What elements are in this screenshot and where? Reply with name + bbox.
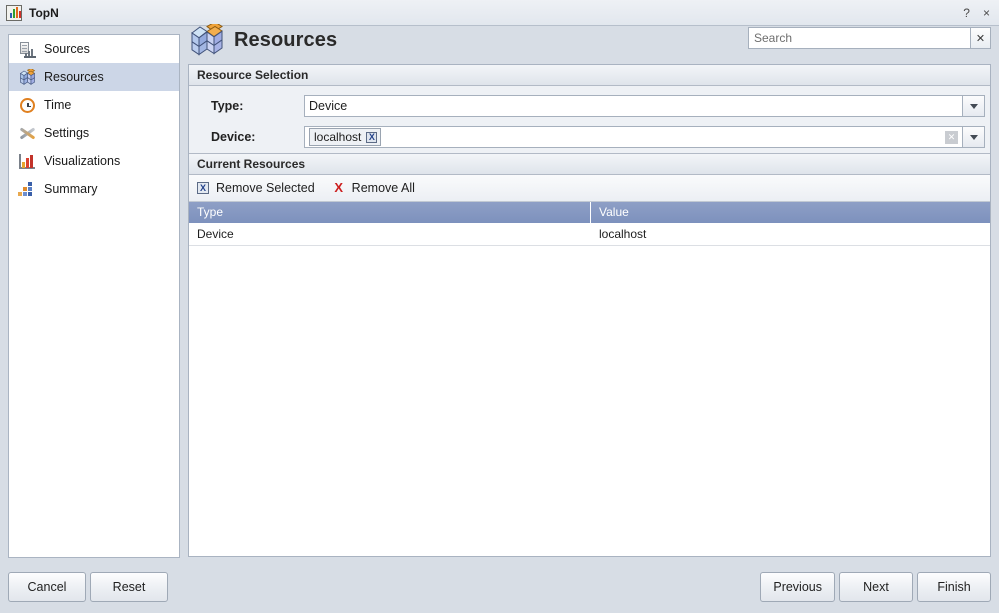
remove-selected-button[interactable]: X Remove Selected — [197, 181, 315, 195]
device-combobox[interactable]: localhost X ✕ — [304, 126, 985, 148]
table-row[interactable]: Device localhost — [189, 223, 990, 246]
window-title: TopN — [29, 5, 59, 20]
current-resources-toolbar: X Remove Selected X Remove All — [189, 175, 990, 202]
remove-all-button[interactable]: X Remove All — [333, 181, 415, 195]
remove-selected-label: Remove Selected — [216, 181, 315, 195]
sidebar-item-label: Settings — [44, 126, 90, 140]
sidebar-nav: Sources Resources Time Settings Visualiz… — [8, 34, 180, 558]
type-field-row: Type: Device — [189, 95, 990, 117]
remove-all-icon: X — [334, 180, 343, 195]
finish-button[interactable]: Finish — [917, 572, 991, 602]
summary-icon — [18, 181, 36, 198]
help-button[interactable]: ? — [963, 7, 970, 19]
device-value[interactable]: localhost X ✕ — [304, 126, 963, 148]
device-label: Device: — [211, 130, 256, 144]
sources-icon — [19, 41, 36, 58]
sidebar-item-label: Visualizations — [44, 154, 121, 168]
type-combobox[interactable]: Device — [304, 95, 985, 117]
reset-button[interactable]: Reset — [90, 572, 168, 602]
device-clear-icon[interactable]: ✕ — [945, 131, 958, 144]
chip-remove-icon[interactable]: X — [366, 131, 378, 143]
sidebar-item-visualizations[interactable]: Visualizations — [9, 147, 179, 175]
close-button[interactable]: × — [983, 7, 990, 19]
type-label: Type: — [211, 99, 244, 113]
sidebar-item-label: Resources — [44, 70, 104, 84]
next-button[interactable]: Next — [839, 572, 913, 602]
footer-bar: Cancel Reset Previous Next Finish — [0, 564, 999, 613]
sidebar-item-sources[interactable]: Sources — [9, 35, 179, 63]
window-controls: ? × — [963, 7, 990, 19]
app-icon-bars — [10, 6, 21, 18]
column-header-value[interactable]: Value — [591, 202, 990, 223]
footer-left-buttons: Cancel Reset — [8, 572, 168, 602]
resource-selection-header: Resource Selection — [189, 65, 990, 86]
sidebar-item-label: Summary — [44, 182, 98, 196]
device-field-row: Device: localhost X ✕ — [189, 126, 990, 148]
search-bar: ✕ — [748, 27, 991, 49]
sidebar-item-resources[interactable]: Resources — [9, 63, 179, 91]
device-chip-label: localhost — [314, 130, 362, 144]
type-value[interactable]: Device — [304, 95, 963, 117]
page-header: Resources ✕ — [188, 18, 991, 62]
tools-icon — [19, 125, 36, 142]
cancel-button[interactable]: Cancel — [8, 572, 86, 602]
cell-type: Device — [197, 227, 234, 241]
resources-cube-svg — [19, 67, 36, 85]
clock-icon — [19, 97, 36, 114]
app-chart-icon — [6, 4, 22, 21]
column-header-type[interactable]: Type — [189, 202, 591, 223]
current-resources-table: Type Value Device localhost — [189, 202, 990, 246]
chevron-down-icon[interactable] — [963, 126, 985, 148]
previous-button[interactable]: Previous — [760, 572, 835, 602]
cell-value: localhost — [599, 227, 647, 241]
sidebar-item-summary[interactable]: Summary — [9, 175, 179, 203]
device-chip-localhost[interactable]: localhost X — [309, 128, 382, 146]
current-resources-header: Current Resources — [189, 154, 990, 175]
remove-all-label: Remove All — [351, 181, 415, 195]
resource-selection-body: Type: Device Device: localhost X ✕ — [189, 86, 990, 154]
remove-selected-icon: X — [197, 182, 209, 194]
main-content: Resources ✕ Resource Selection Type: Dev… — [188, 18, 991, 558]
search-clear-icon[interactable]: ✕ — [970, 27, 991, 49]
search-input[interactable] — [748, 27, 970, 49]
table-header-row: Type Value — [189, 202, 990, 223]
footer-right-buttons: Previous Next Finish — [760, 572, 991, 602]
sidebar-item-time[interactable]: Time — [9, 91, 179, 119]
resources-cube-icon — [19, 67, 36, 86]
sidebar-item-label: Time — [44, 98, 72, 112]
page-title: Resources — [234, 28, 338, 51]
bar-chart-icon — [19, 153, 36, 170]
resources-cube-icon — [191, 24, 223, 56]
content-card: Resource Selection Type: Device Device: … — [188, 64, 991, 557]
chevron-down-icon[interactable] — [963, 95, 985, 117]
sidebar-item-label: Sources — [44, 42, 90, 56]
sidebar-item-settings[interactable]: Settings — [9, 119, 179, 147]
